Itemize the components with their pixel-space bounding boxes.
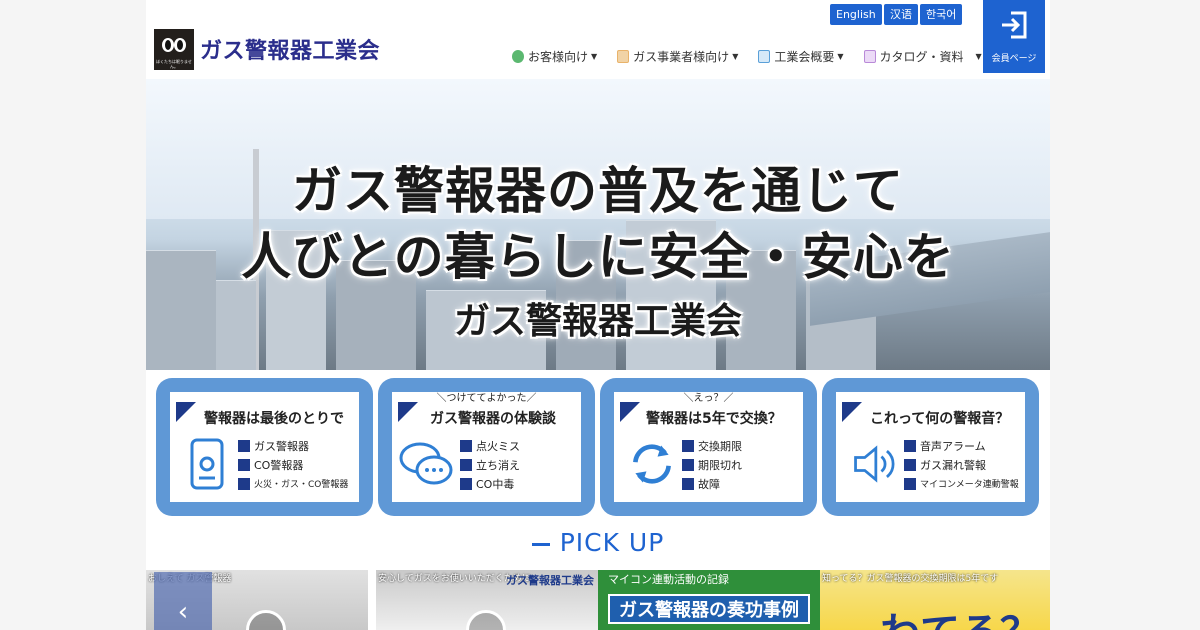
speaker-icon bbox=[854, 445, 895, 483]
clipboard-icon bbox=[758, 49, 771, 63]
pickup-big-text: わてる？ bbox=[880, 600, 1040, 630]
triangle-marker-icon bbox=[842, 402, 862, 422]
nav-customers[interactable]: お客様向け ▼ bbox=[512, 46, 597, 66]
nav-about[interactable]: 工業会概要 ▼ bbox=[758, 46, 844, 66]
chevron-down-icon: ▼ bbox=[591, 51, 598, 61]
login-icon bbox=[1002, 11, 1027, 39]
pickup-brand: ガス警報器工業会 bbox=[506, 574, 594, 587]
list-item: 立ち消え bbox=[460, 455, 520, 474]
card-list: 音声アラーム ガス漏れ警報 マイコンメータ連動警報 bbox=[904, 436, 1019, 493]
play-icon bbox=[466, 610, 506, 630]
book-icon bbox=[863, 49, 876, 63]
building-icon bbox=[617, 49, 630, 63]
card-title: 警報器は5年で交換？ bbox=[646, 411, 782, 427]
card-list: 交換期限 期限切れ 故障 bbox=[682, 436, 742, 493]
logo[interactable]: ほくたちは眠りません。 bbox=[154, 29, 194, 70]
pickup-item[interactable]: 知ってる？ガス警報器の交換期限は5年です わてる？ bbox=[820, 570, 1050, 630]
pickup-subtitle: マイコン連動活動の記録 bbox=[608, 573, 729, 586]
hero-org-name: ガス警報器工業会 bbox=[453, 301, 742, 342]
member-page-label: 会員ページ bbox=[991, 54, 1037, 64]
pickup-caption: ガス警報器の奏功事例 bbox=[608, 594, 810, 624]
play-icon bbox=[246, 610, 286, 630]
list-item: マイコンメータ連動警報 bbox=[904, 474, 1019, 493]
people-icon bbox=[512, 49, 524, 63]
card-body: ＼つけててよかった／ ガス警報器の体験談 点火ミス 立ち消え CO中毒 bbox=[392, 392, 581, 502]
card-title: 警報器は最後のとりで bbox=[204, 411, 344, 427]
list-item: ガス警報器 bbox=[238, 436, 348, 455]
pickup-heading: PICK UP bbox=[146, 528, 1050, 557]
card-list: 点火ミス 立ち消え CO中毒 bbox=[460, 436, 520, 493]
chevron-down-icon: ▼ bbox=[975, 51, 982, 61]
list-item: CO警報器 bbox=[238, 455, 348, 474]
card-kicker: ＼えっ？／ bbox=[683, 393, 734, 404]
nav-label: カタログ・資料 bbox=[879, 49, 964, 64]
card-replacement[interactable]: ＼えっ？／ 警報器は5年で交換？ 交換期限 期限切れ 故障 bbox=[600, 378, 817, 516]
page: ほくたちは眠りません。 ガス警報器工業会 English 汉语 한국어 お客様向… bbox=[146, 0, 1050, 630]
logo-tagline: ほくたちは眠りません。 bbox=[156, 59, 192, 69]
pickup-caption: 知ってる？ガス警報器の交換期限は5年です bbox=[822, 574, 999, 584]
nav-label: ガス事業者様向け bbox=[633, 49, 730, 64]
list-item: 期限切れ bbox=[682, 455, 742, 474]
card-experiences[interactable]: ＼つけててよかった／ ガス警報器の体験談 点火ミス 立ち消え CO中毒 bbox=[378, 378, 595, 516]
list-item: 火災・ガス・CO警報器 bbox=[238, 474, 348, 493]
member-page-button[interactable]: 会員ページ bbox=[983, 0, 1045, 73]
refresh-icon bbox=[633, 444, 671, 484]
card-kicker: ＼つけててよかった／ bbox=[436, 393, 537, 404]
alarm-device-icon bbox=[190, 438, 224, 490]
logo-eyes-icon bbox=[162, 38, 186, 52]
lang-english-button[interactable]: English bbox=[830, 4, 882, 25]
card-body: 警報器は最後のとりで ガス警報器 CO警報器 火災・ガス・CO警報器 bbox=[170, 392, 359, 502]
speech-bubbles-icon bbox=[399, 442, 453, 485]
chevron-down-icon: ▼ bbox=[732, 51, 739, 61]
hero-banner: ガス警報器の普及を通じて 人びとの暮らしに安全・安心を ガス警報器工業会 bbox=[146, 79, 1050, 370]
list-item: ガス漏れ警報 bbox=[904, 455, 1019, 474]
nav-catalog[interactable]: カタログ・資料 ▼ bbox=[863, 46, 982, 66]
nav-label: お客様向け bbox=[528, 49, 589, 64]
main-nav: お客様向け ▼ ガス事業者様向け ▼ 工業会概要 ▼ カタログ・資料 ▼ bbox=[512, 46, 1002, 66]
card-alarm-sounds[interactable]: これって何の警報音？ 音声アラーム ガス漏れ警報 マイコンメータ連動警報 bbox=[822, 378, 1039, 516]
pickup-item[interactable]: マイコン連動活動の記録 ガス警報器の奏功事例 bbox=[598, 570, 820, 630]
chevron-down-icon: ▼ bbox=[837, 51, 844, 61]
list-item: 音声アラーム bbox=[904, 436, 1019, 455]
list-item: 故障 bbox=[682, 474, 742, 493]
card-body: ＼えっ？／ 警報器は5年で交換？ 交換期限 期限切れ 故障 bbox=[614, 392, 803, 502]
carousel-prev-button[interactable]: ‹ bbox=[154, 572, 212, 630]
card-title: これって何の警報音？ bbox=[870, 411, 1010, 427]
card-title: ガス警報器の体験談 bbox=[430, 411, 556, 427]
lang-chinese-button[interactable]: 汉语 bbox=[884, 4, 918, 25]
triangle-marker-icon bbox=[176, 402, 196, 422]
lang-korean-button[interactable]: 한국어 bbox=[920, 4, 963, 25]
list-item: CO中毒 bbox=[460, 474, 520, 493]
nav-gas-companies[interactable]: ガス事業者様向け ▼ bbox=[617, 46, 738, 66]
triangle-marker-icon bbox=[620, 402, 640, 422]
nav-label: 工業会概要 bbox=[774, 49, 835, 64]
site-title[interactable]: ガス警報器工業会 bbox=[200, 33, 380, 65]
dash-icon bbox=[531, 542, 550, 546]
list-item: 交換期限 bbox=[682, 436, 742, 455]
pickup-item[interactable]: 安心してガスをお使いいただくために ガス警報器工業会 bbox=[376, 570, 598, 630]
list-item: 点火ミス bbox=[460, 436, 520, 455]
hero-headline-1: ガス警報器の普及を通じて bbox=[292, 162, 904, 220]
hero-headline-2: 人びとの暮らしに安全・安心を bbox=[241, 228, 955, 286]
triangle-marker-icon bbox=[398, 402, 418, 422]
card-last-defense[interactable]: 警報器は最後のとりで ガス警報器 CO警報器 火災・ガス・CO警報器 bbox=[156, 378, 373, 516]
card-list: ガス警報器 CO警報器 火災・ガス・CO警報器 bbox=[238, 436, 348, 493]
card-body: これって何の警報音？ 音声アラーム ガス漏れ警報 マイコンメータ連動警報 bbox=[836, 392, 1025, 502]
